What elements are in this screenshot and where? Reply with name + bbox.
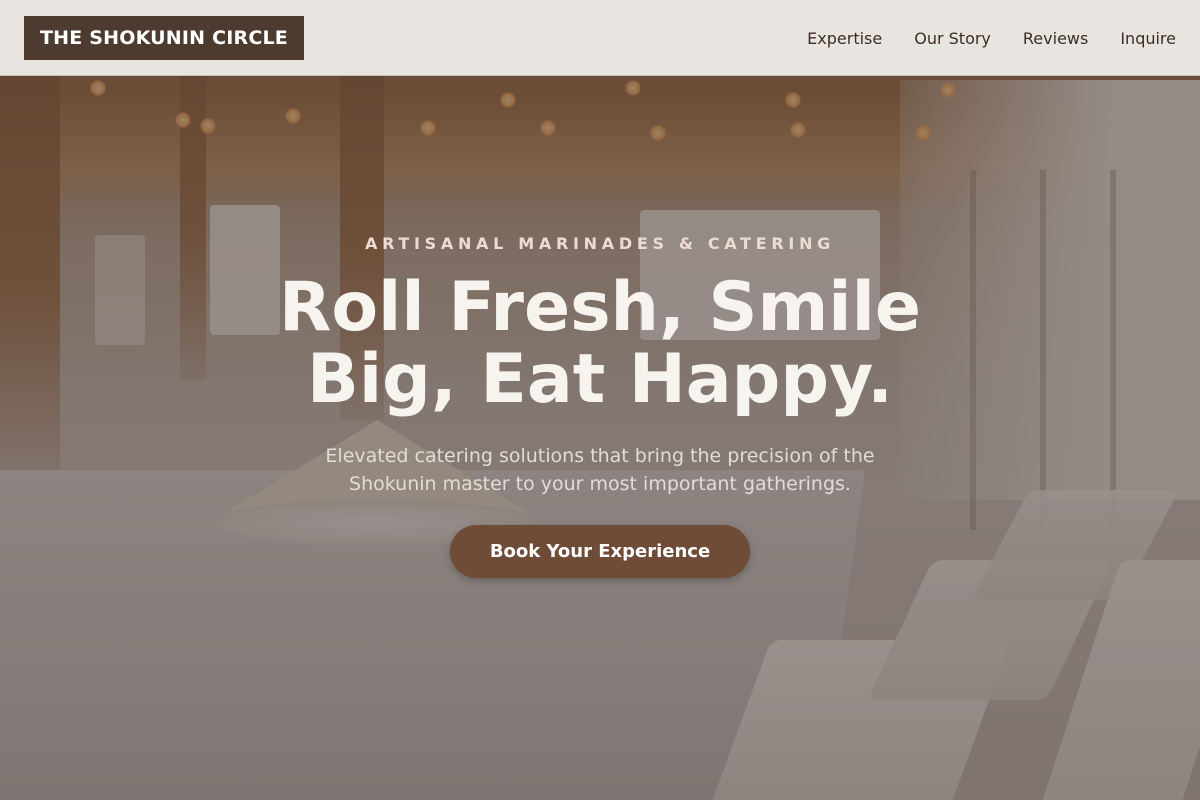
hero-section: ARTISANAL MARINADES & CATERING Roll Fres… [0,0,1200,800]
hero-subtitle: Elevated catering solutions that bring t… [325,445,875,495]
hero-headline: Roll Fresh, Smile Big, Eat Happy. [278,268,922,419]
hero-eyebrow: ARTISANAL MARINADES & CATERING [365,234,835,253]
book-experience-button[interactable]: Book Your Experience [450,525,750,578]
